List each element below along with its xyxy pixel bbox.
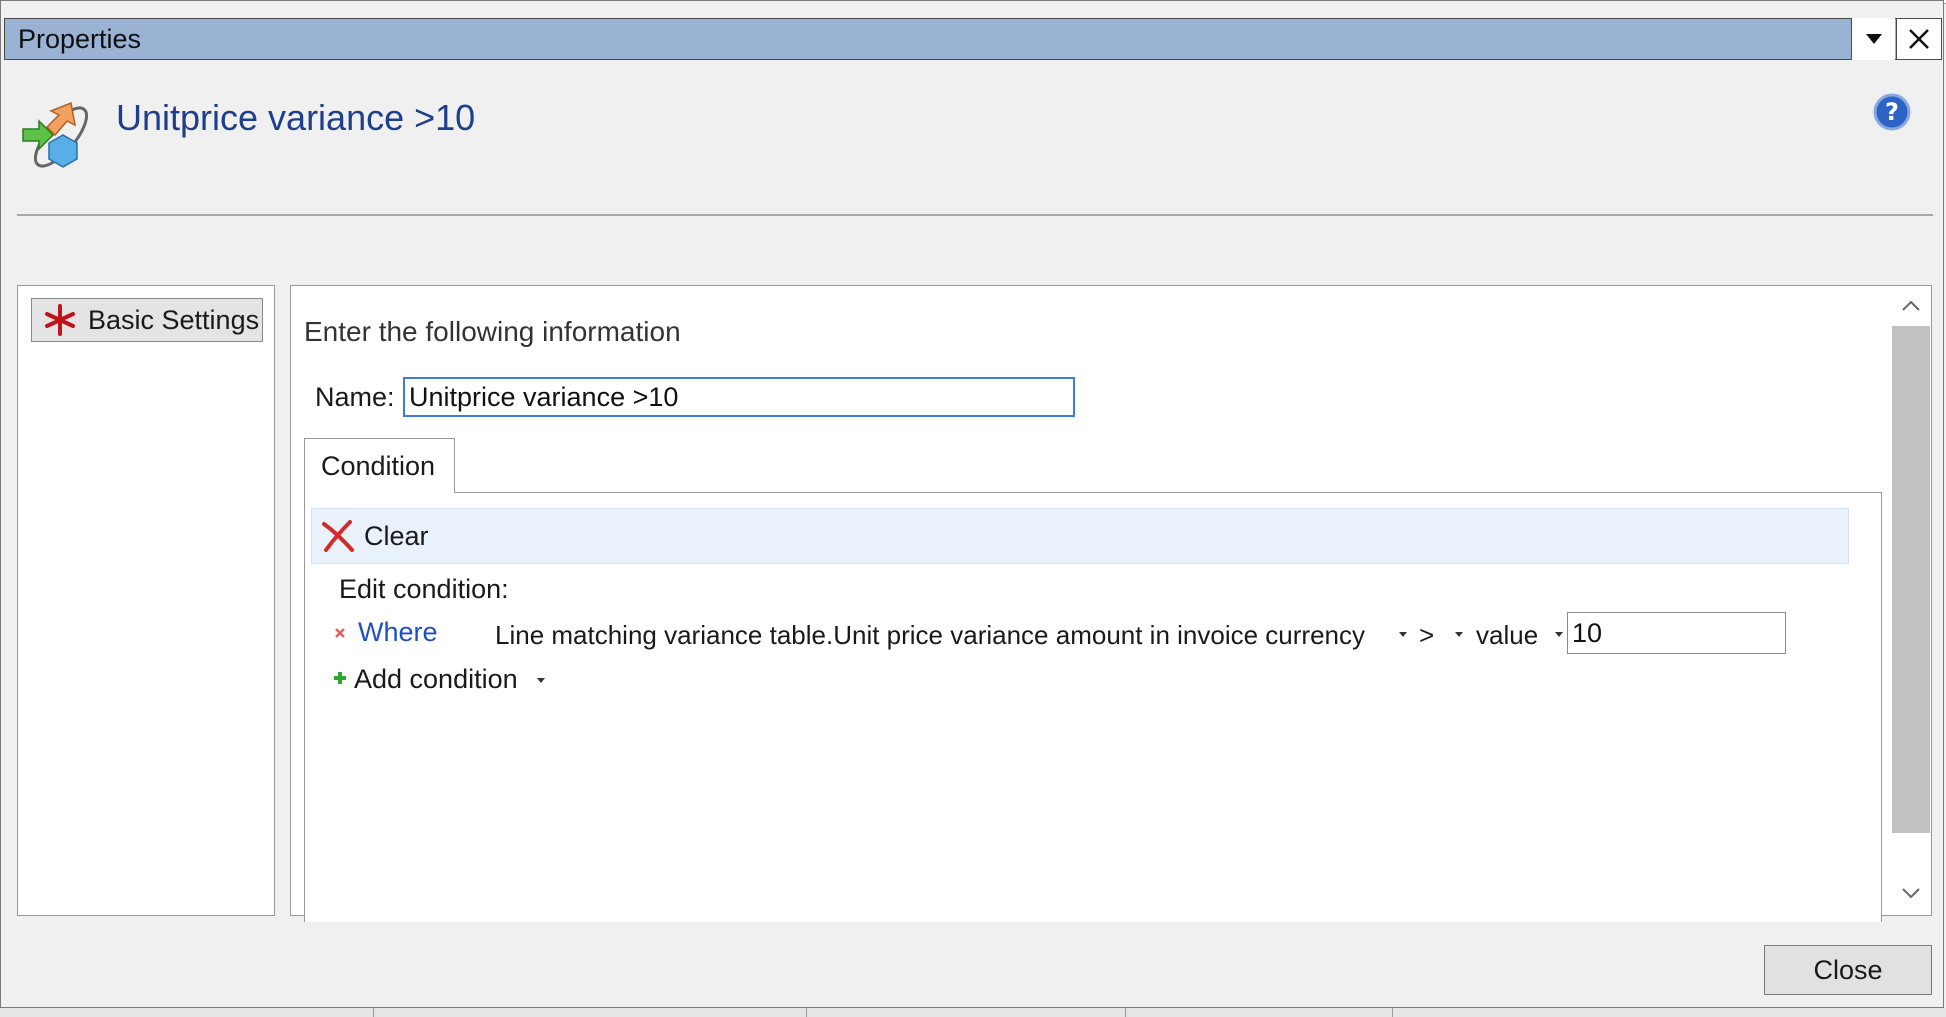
main-panel: Enter the following information Name: Co… bbox=[290, 285, 1932, 922]
add-condition-link[interactable]: Add condition bbox=[354, 664, 518, 695]
help-icon[interactable]: ? bbox=[1873, 93, 1911, 131]
instruction-text: Enter the following information bbox=[304, 316, 681, 347]
clear-x-icon bbox=[322, 520, 354, 552]
close-button[interactable]: Close bbox=[1764, 945, 1932, 995]
tab-label: Condition bbox=[321, 451, 436, 481]
clear-button[interactable]: Clear bbox=[312, 509, 452, 563]
chevron-down-icon bbox=[1865, 34, 1882, 44]
chevron-up-icon bbox=[1902, 301, 1920, 311]
page-title: Unitprice variance >10 bbox=[116, 97, 476, 138]
add-condition-dropdown-arrow-icon[interactable] bbox=[537, 678, 545, 683]
title-bar: Properties bbox=[4, 18, 1942, 60]
scroll-down-button[interactable] bbox=[1891, 873, 1931, 913]
properties-window: Properties Unitprice variance >10 ? Basi… bbox=[0, 0, 1944, 1008]
field-dropdown-arrow-icon[interactable] bbox=[1399, 632, 1407, 637]
required-star-icon bbox=[45, 304, 75, 336]
condition-operator[interactable]: > bbox=[1419, 620, 1434, 651]
edit-condition-label: Edit condition: bbox=[339, 574, 509, 604]
scroll-thumb[interactable] bbox=[1892, 326, 1930, 833]
name-input[interactable] bbox=[403, 377, 1075, 417]
nav-item-basic-settings[interactable]: Basic Settings bbox=[31, 298, 263, 342]
operator-dropdown-arrow-icon[interactable] bbox=[1455, 632, 1463, 637]
value-type-dropdown-arrow-icon[interactable] bbox=[1555, 632, 1563, 637]
header-divider bbox=[17, 214, 1933, 216]
window-close-button[interactable] bbox=[1896, 18, 1942, 60]
condition-value-type[interactable]: value bbox=[1476, 620, 1538, 651]
clear-label: Clear bbox=[364, 521, 429, 551]
settings-nav: Basic Settings bbox=[17, 285, 275, 916]
vertical-scrollbar[interactable] bbox=[1891, 286, 1931, 915]
window-title: Properties bbox=[18, 24, 142, 54]
remove-condition-icon[interactable] bbox=[334, 627, 346, 639]
scroll-up-button[interactable] bbox=[1891, 286, 1931, 326]
strip-divider bbox=[806, 1008, 807, 1017]
condition-value-input[interactable] bbox=[1567, 612, 1786, 654]
strip-divider bbox=[1125, 1008, 1126, 1017]
tab-condition[interactable]: Condition bbox=[304, 438, 455, 493]
plus-icon bbox=[334, 672, 346, 684]
nav-item-label: Basic Settings bbox=[88, 304, 260, 335]
rule-arrows-icon bbox=[22, 101, 89, 168]
background-strip bbox=[0, 1008, 1946, 1017]
window-menu-button[interactable] bbox=[1851, 18, 1895, 60]
condition-toolbar: Clear bbox=[311, 508, 1849, 564]
strip-divider bbox=[373, 1008, 374, 1017]
close-icon bbox=[1909, 29, 1929, 49]
svg-text:?: ? bbox=[1885, 98, 1899, 126]
condition-field[interactable]: Line matching variance table.Unit price … bbox=[495, 620, 1365, 651]
strip-divider bbox=[1392, 1008, 1393, 1017]
where-link[interactable]: Where bbox=[358, 617, 438, 648]
name-label: Name: bbox=[315, 382, 395, 412]
chevron-down-icon bbox=[1902, 888, 1920, 898]
